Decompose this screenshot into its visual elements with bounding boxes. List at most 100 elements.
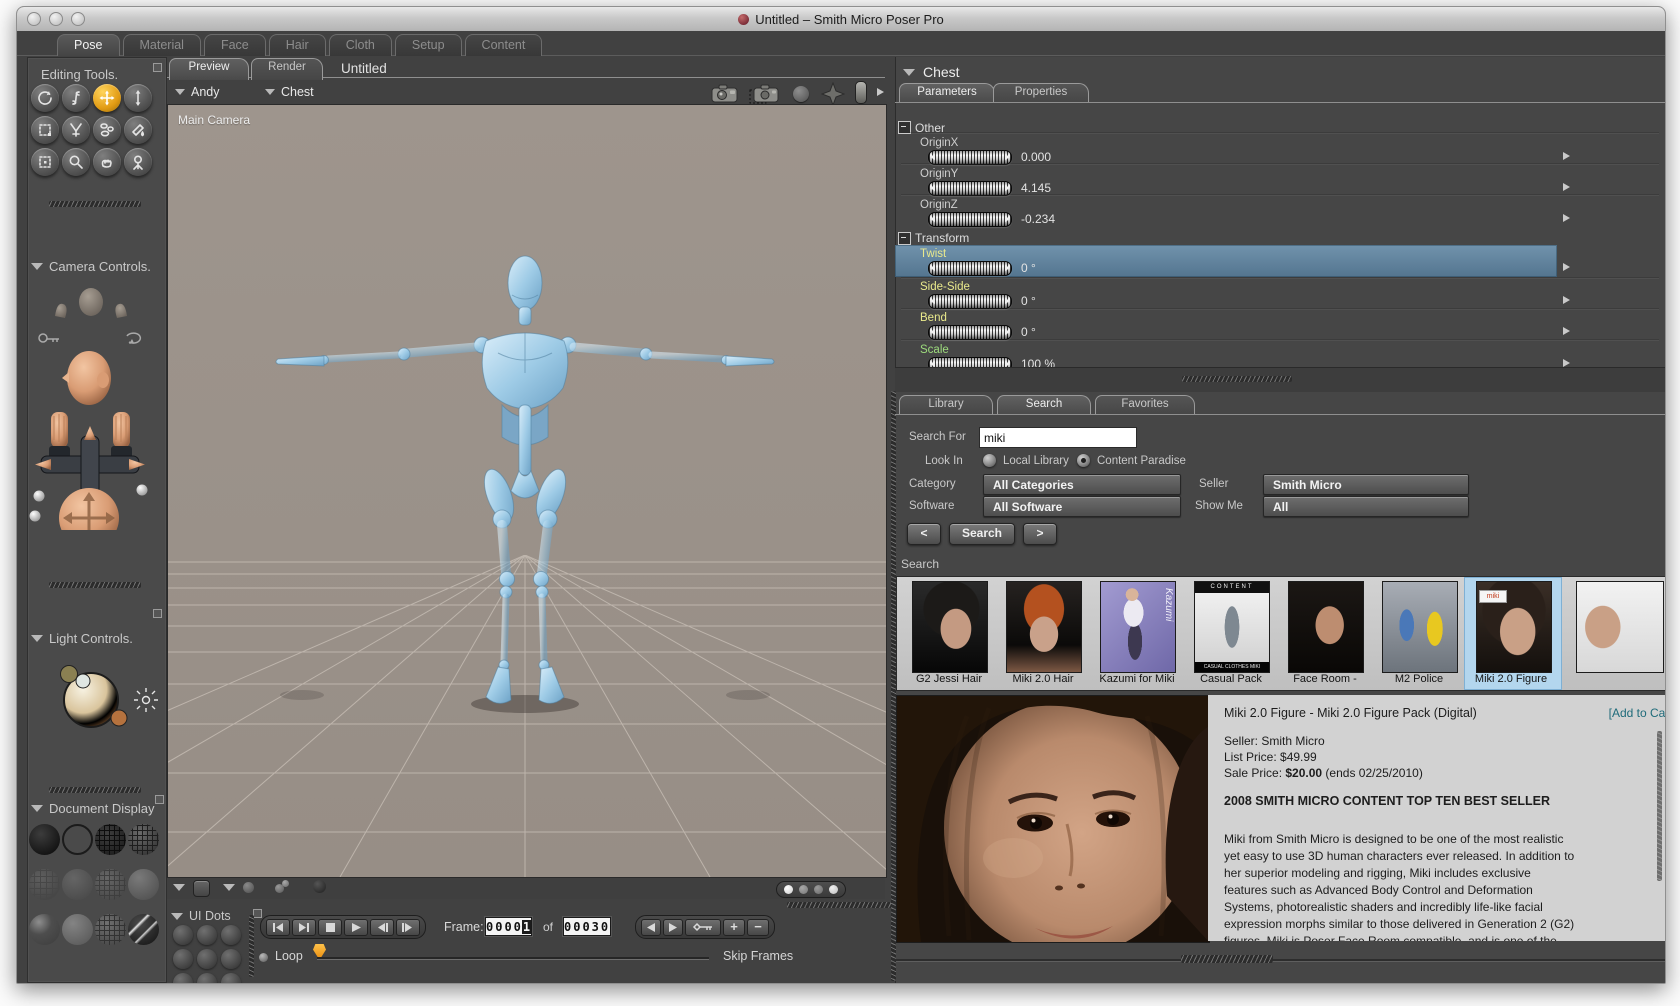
tab-cloth[interactable]: Cloth [328, 34, 392, 56]
result-miki-20-hair[interactable]: Miki 2.0 Hair [996, 577, 1090, 690]
detail-scrollbar[interactable] [1657, 731, 1662, 881]
scale-dial[interactable] [928, 357, 1012, 367]
light-panel-widget-icon[interactable] [153, 609, 162, 618]
twist-dial[interactable] [928, 261, 1012, 276]
result-casual-pack[interactable]: CONTENT CASUAL CLOTHES MIKI Casual Pack [1184, 577, 1278, 690]
result-miki-20-figure-selected[interactable]: miki Miki 2.0 Figure [1464, 577, 1562, 690]
tracking-ball-icon[interactable] [243, 882, 254, 893]
result-thumb-7[interactable]: miki [1476, 581, 1552, 673]
tab-library[interactable]: Library [899, 395, 993, 415]
prev-page-button[interactable]: < [907, 523, 941, 545]
timeline-slider[interactable] [317, 957, 709, 960]
ui-dot-2[interactable] [197, 925, 217, 945]
tab-properties[interactable]: Properties [993, 83, 1089, 103]
ui-dot-8[interactable] [197, 973, 217, 983]
result-partial[interactable] [1566, 577, 1665, 690]
search-button[interactable]: Search [949, 523, 1015, 545]
four-way-aim-icon[interactable] [821, 82, 845, 106]
display-mode-hidden-line[interactable] [29, 869, 60, 900]
current-frame-counter[interactable]: 0000 1 [485, 917, 532, 936]
result-thumb-3[interactable]: Kazumi [1100, 581, 1176, 673]
ui-dot-9[interactable] [221, 973, 241, 983]
total-frames-counter[interactable]: 00030 [563, 917, 611, 936]
add-keyframe-button[interactable]: + [723, 918, 745, 936]
edit-keyframes-button[interactable] [685, 918, 721, 936]
originz-row-arrow[interactable] [1563, 214, 1570, 222]
result-kazumi-for-miki[interactable]: Kazumi Kazumi for Miki [1090, 577, 1184, 690]
add-to-cart-link[interactable]: [Add to Cart] [1609, 705, 1665, 721]
view-magnifier-tool-button[interactable] [124, 148, 152, 176]
bend-value[interactable]: 0 ° [1021, 325, 1036, 339]
sideside-dial[interactable] [928, 294, 1012, 309]
step-back-button[interactable] [370, 918, 394, 936]
pager-dot-3[interactable] [814, 885, 823, 894]
zoom-tool-button[interactable] [62, 148, 90, 176]
ui-dot-7[interactable] [173, 973, 193, 983]
ui-dots-widget-icon[interactable] [253, 909, 262, 918]
tab-parameters[interactable]: Parameters [899, 83, 995, 103]
posing-camera-icon[interactable] [749, 84, 779, 105]
ui-dot-5[interactable] [197, 949, 217, 969]
originy-value[interactable]: 4.145 [1021, 181, 1051, 195]
display-style-pager[interactable] [776, 881, 846, 898]
tab-face[interactable]: Face [203, 34, 266, 56]
local-library-radio[interactable] [983, 454, 996, 467]
display-mode-outline[interactable] [62, 824, 93, 855]
tab-favorites[interactable]: Favorites [1095, 395, 1195, 415]
pager-dot-4[interactable] [829, 885, 838, 894]
originx-value[interactable]: 0.000 [1021, 150, 1051, 164]
viewport[interactable]: Main Camera [167, 104, 887, 878]
show-me-dropdown[interactable]: All [1263, 496, 1469, 517]
result-thumb-5[interactable] [1288, 581, 1364, 673]
display-mode-smooth-shaded[interactable] [128, 869, 159, 900]
scale-tool-button[interactable] [31, 116, 59, 144]
display-mode-silhouette[interactable] [29, 824, 60, 855]
result-thumb-6[interactable] [1382, 581, 1458, 673]
tracking-menu-icon[interactable] [223, 884, 235, 891]
ui-dot-1[interactable] [173, 925, 193, 945]
doc-window-menu-icon[interactable] [173, 884, 185, 891]
sideside-row-arrow[interactable] [1563, 296, 1570, 304]
doc-window-icon[interactable] [193, 880, 210, 897]
hand-capsule-icon[interactable] [855, 81, 867, 104]
play-button[interactable] [344, 918, 368, 936]
tab-setup[interactable]: Setup [394, 34, 462, 56]
scale-row-arrow[interactable] [1563, 359, 1570, 367]
translate-tool-button[interactable] [93, 84, 121, 112]
tab-preview[interactable]: Preview [169, 58, 249, 80]
stop-button[interactable] [318, 918, 342, 936]
result-g2-jessi-hair[interactable]: G2 Jessi Hair [902, 577, 996, 690]
display-mode-flat-shaded[interactable] [62, 869, 93, 900]
software-dropdown[interactable]: All Software [983, 496, 1181, 517]
results-scroll-handle[interactable] [1181, 955, 1273, 963]
chest-collapse-icon[interactable] [903, 69, 915, 76]
delete-keyframe-button[interactable]: − [747, 918, 769, 936]
result-thumb-2[interactable] [1006, 581, 1082, 673]
sidebar-divider-handle[interactable] [49, 201, 141, 207]
originz-value[interactable]: -0.234 [1021, 212, 1055, 226]
sidebar-divider-handle-2[interactable] [49, 582, 141, 588]
originy-row-arrow[interactable] [1563, 183, 1570, 191]
ui-dot-6[interactable] [221, 949, 241, 969]
tab-render[interactable]: Render [251, 58, 323, 80]
twist-value[interactable]: 0 ° [1021, 261, 1036, 275]
display-mode-lit-wireframe[interactable] [128, 824, 159, 855]
morph-tool-button[interactable] [93, 116, 121, 144]
ui-dot-3[interactable] [221, 925, 241, 945]
doc-panel-expand-arrow[interactable] [877, 88, 884, 96]
category-dropdown[interactable]: All Categories [983, 474, 1181, 495]
content-paradise-option-label[interactable]: Content Paradise [1097, 455, 1186, 467]
hand-tool-button[interactable] [93, 148, 121, 176]
camera-controls-widget[interactable] [25, 286, 157, 530]
document-display-collapse-icon[interactable] [31, 805, 43, 812]
result-thumb-1[interactable] [912, 581, 988, 673]
depth-ball-icon[interactable] [313, 880, 326, 893]
display-mode-wireframe[interactable] [95, 824, 126, 855]
light-controls-collapse-icon[interactable] [31, 635, 43, 642]
next-page-button[interactable]: > [1023, 523, 1057, 545]
tab-material[interactable]: Material [122, 34, 201, 56]
actor-dropdown[interactable]: Andy [175, 85, 220, 99]
result-thumb-4[interactable]: CONTENT CASUAL CLOTHES MIKI [1194, 581, 1270, 673]
search-input[interactable] [979, 427, 1137, 448]
prev-keyframe-button[interactable] [641, 918, 661, 936]
